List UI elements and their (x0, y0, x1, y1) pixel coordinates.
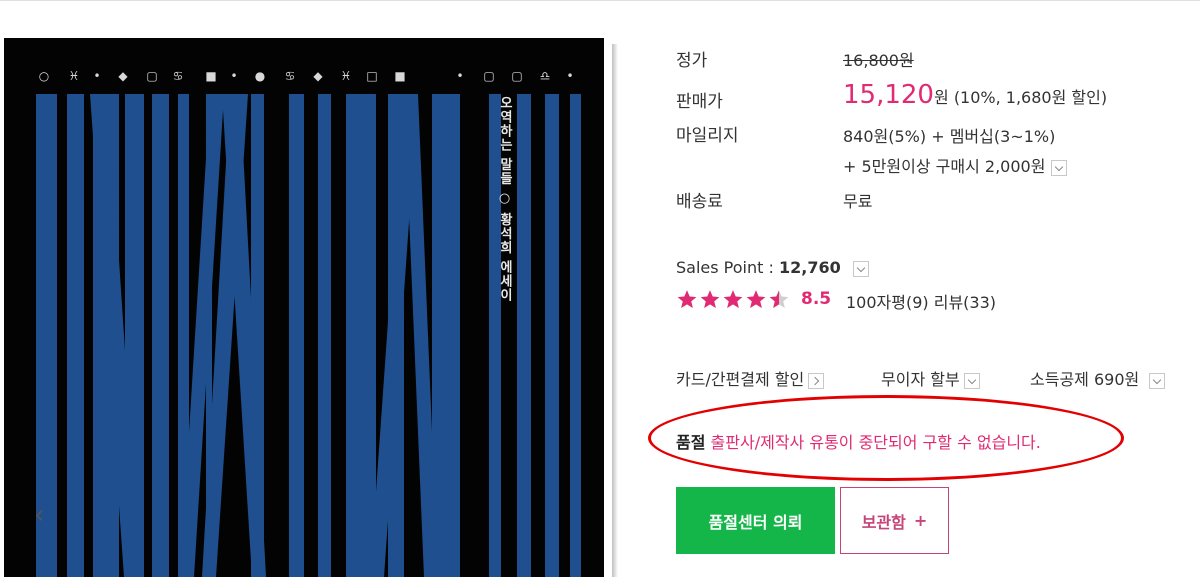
cover-symbol: ♋ (285, 69, 296, 83)
card-discount-arrow-icon[interactable] (808, 372, 825, 389)
shipping-label: 배송료 (676, 192, 723, 212)
cover-bar (545, 94, 559, 577)
sales-point-label: Sales Point : (676, 258, 779, 277)
cover-bar (517, 94, 531, 577)
installment-label: 무이자 할부 (881, 370, 960, 389)
cover-prev-arrow-icon[interactable]: ‹ (34, 500, 44, 530)
cover-symbol: ♎ (540, 69, 551, 83)
cover-bar (570, 94, 581, 577)
sales-point-dropdown-icon[interactable] (852, 260, 869, 277)
cover-symbol: ● (255, 69, 265, 83)
cover-symbol: ▢ (483, 69, 494, 83)
cover-symbol: □ (366, 69, 377, 83)
cover-symbol: ○ (39, 69, 49, 83)
add-to-wishlist-button[interactable]: 보관함 + (840, 487, 949, 554)
sales-point-value: 12,760 (778, 258, 841, 277)
star-icon (723, 290, 743, 308)
sales-point-row: Sales Point : 12,760 (676, 258, 869, 277)
cover-shadow (612, 44, 618, 577)
cover-bar (67, 94, 84, 577)
sale-price-row: 15,120원 (10%, 1,680원 할인) (843, 80, 1107, 110)
cover-bar (152, 94, 169, 577)
rating-score: 8.5 (801, 289, 832, 309)
reviews-link[interactable]: 100자평(9) 리뷰(33) (846, 289, 996, 313)
star-icon (677, 290, 697, 308)
tax-deduction-dropdown-icon[interactable] (1149, 372, 1166, 389)
cover-bar (318, 94, 331, 577)
cover-symbol: • (230, 69, 237, 83)
sale-price-label: 판매가 (676, 92, 723, 112)
shipping-value: 무료 (843, 192, 873, 211)
mileage-line1: 840원(5%) + 멤버십(3~1%) (843, 127, 1056, 146)
list-price-label: 정가 (676, 51, 708, 71)
cover-symbol: ■ (394, 69, 405, 83)
cover-symbol: ■ (205, 69, 216, 83)
installment-option[interactable]: 무이자 할부 (881, 366, 980, 390)
cover-symbol: ◆ (313, 69, 323, 83)
cover-bar (346, 94, 376, 577)
sale-discount: (10%, 1,680원 할인) (953, 88, 1108, 107)
rating-stars (676, 288, 790, 310)
cover-symbol: ♋ (173, 69, 184, 83)
star-icon (700, 290, 720, 308)
top-divider (0, 0, 1200, 1)
star-icon (746, 290, 766, 308)
cover-symbol: ▢ (511, 69, 522, 83)
cover-symbol: ◆ (118, 69, 128, 83)
mileage-line2: + 5만원이상 구매시 2,000원 (843, 157, 1046, 176)
installment-dropdown-icon[interactable] (963, 372, 980, 389)
highlight-ellipse (648, 395, 1124, 481)
plus-icon: + (913, 511, 928, 530)
cover-art: ○ ♓ • ◆ ▢ ♋ ■ • ● ♋ ◆ ♓ □ ■ • ▢ ▢ ♎ • (36, 69, 581, 577)
cover-symbol: ♓ (341, 69, 352, 83)
star-icon (769, 290, 789, 308)
request-restock-button[interactable]: 품절센터 의뢰 (676, 487, 835, 554)
cover-symbol: • (93, 69, 100, 83)
tax-deduction-option[interactable]: 소득공제 690원 (1030, 366, 1166, 390)
mileage-line2-row: + 5만원이상 구매시 2,000원 (843, 153, 1068, 177)
wishlist-label: 보관함 (861, 512, 906, 532)
cover-symbol: ♓ (69, 69, 80, 83)
cover-bar (289, 94, 304, 577)
mileage-label: 마일리지 (676, 126, 739, 146)
cover-symbol: • (566, 69, 573, 83)
card-discount-label: 카드/간편결제 할인 (676, 370, 805, 389)
cover-bar (432, 94, 460, 577)
mileage-dropdown-icon[interactable] (1051, 159, 1068, 176)
tax-deduction-label: 소득공제 690원 (1030, 370, 1140, 389)
cover-symbol: • (456, 69, 463, 83)
cover-symbol: ▢ (146, 69, 157, 83)
cover-title-vertical: 오역하는 말들 ○ 황석희 에세이 (497, 96, 512, 303)
book-cover-image[interactable]: ○ ♓ • ◆ ▢ ♋ ■ • ● ♋ ◆ ♓ □ ■ • ▢ ▢ ♎ • 오역하는 말들 ○ 황석희 에세이 ‹ (4, 38, 604, 577)
sale-price-unit: 원 (933, 88, 949, 107)
sale-price-value: 15,120 (843, 80, 934, 110)
list-price-value: 16,800원 (843, 51, 914, 70)
card-discount-option[interactable]: 카드/간편결제 할인 (676, 366, 825, 390)
